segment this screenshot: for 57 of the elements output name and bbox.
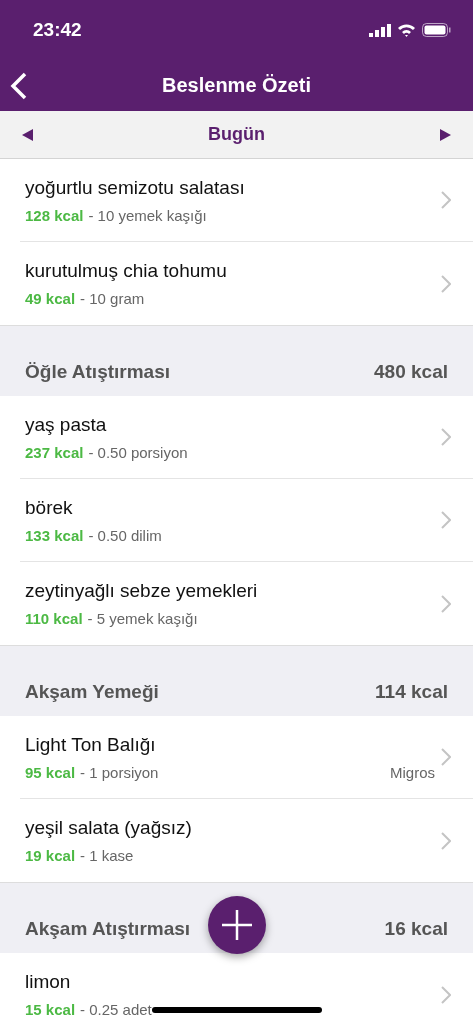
date-label: Bugün (208, 124, 265, 145)
food-calories: 110 kcal (25, 610, 83, 627)
previous-day-icon[interactable] (22, 128, 33, 141)
plus-icon (221, 909, 253, 941)
serving-text: - 10 gram (80, 290, 145, 307)
wifi-icon (397, 23, 416, 37)
serving-text: - 10 yemek kaşığı (88, 206, 207, 224)
meal-title: Akşam Atıştırması (25, 918, 191, 940)
food-calories: 128 kcal (25, 206, 84, 224)
food-name: kurutulmuş chia tohumu (25, 260, 228, 282)
chevron-right-icon (441, 748, 451, 766)
serving-text: - 5 yemek kaşığı (87, 610, 198, 627)
chevron-right-icon (441, 191, 451, 209)
food-row[interactable]: börek 133 kcal - 0.50 dilim (20, 479, 473, 562)
battery-icon (422, 23, 451, 37)
serving-text: - 1 porsiyon (80, 763, 159, 781)
signal-icon (369, 23, 391, 37)
brand-text: Migros (390, 763, 435, 781)
food-name: limon (25, 971, 72, 993)
food-calories: 15 kcal (25, 1001, 76, 1018)
back-icon[interactable] (10, 72, 28, 100)
serving-text: - 0.50 dilim (88, 526, 162, 544)
next-day-icon[interactable] (440, 128, 451, 141)
status-time: 23:42 (33, 19, 82, 41)
food-row[interactable]: yoğurtlu semizotu salatası 128 kcal - 10 yemek kaşığı (20, 159, 473, 242)
chevron-right-icon (441, 274, 451, 293)
serving-text: - 1 kase (80, 847, 134, 864)
food-name: yoğurtlu semizotu salatası (25, 176, 246, 199)
serving-text: - 0.50 porsiyon (88, 443, 188, 461)
add-button[interactable] (208, 896, 266, 954)
meal-title: Öğle Atıştırması (25, 361, 170, 383)
food-name: Light Ton Balığı (25, 733, 157, 756)
screen-title: Beslenme Özeti (162, 74, 311, 97)
meal-total: 480 kcal (374, 361, 448, 383)
food-row[interactable]: kurutulmuş chia tohumu 49 kcal - 10 gram (20, 242, 473, 325)
meal-total: 16 kcal (384, 918, 448, 940)
food-calories: 19 kcal (25, 847, 76, 864)
food-name: zeytinyağlı sebze yemekleri (25, 580, 259, 602)
food-calories: 95 kcal (25, 763, 76, 781)
meal-title: Akşam Yemeği (25, 681, 159, 703)
food-row[interactable]: yeşil salata (yağsız) 19 kcal - 1 kase (20, 799, 473, 882)
chevron-right-icon (441, 985, 451, 1004)
food-name: yaş pasta (25, 413, 108, 436)
food-calories: 133 kcal (25, 526, 84, 544)
food-calories: 237 kcal (25, 443, 84, 461)
food-calories: 49 kcal (25, 290, 76, 307)
serving-text: - 0.25 adet (80, 1001, 152, 1018)
chevron-right-icon (441, 594, 451, 613)
chevron-right-icon (441, 511, 451, 529)
chevron-right-icon (441, 428, 451, 446)
food-row[interactable]: zeytinyağlı sebze yemekleri 110 kcal - 5 yemek kaşığı (20, 562, 473, 645)
food-name: börek (25, 496, 74, 519)
meal-total: 114 kcal (375, 681, 448, 703)
food-row[interactable]: yaş pasta 237 kcal - 0.50 porsiyon (20, 396, 473, 479)
food-name: yeşil salata (yağsız) (25, 817, 193, 839)
food-row[interactable]: Light Ton Balığı 95 kcal - 1 porsiyon Migros (20, 716, 473, 799)
chevron-right-icon (441, 831, 451, 850)
